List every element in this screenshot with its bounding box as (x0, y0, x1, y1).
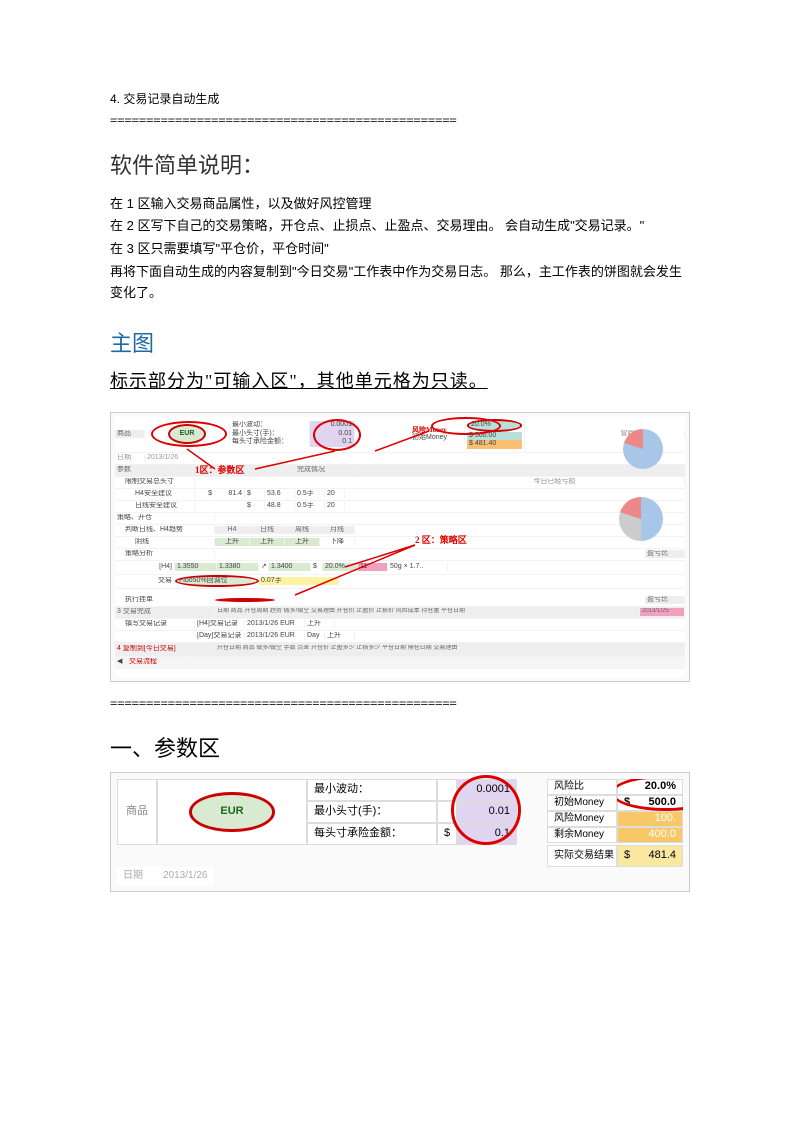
min-lot-label: 最小头寸(手)： (232, 430, 307, 438)
val-814: 81.4 (215, 490, 245, 498)
section-done: 3 交易完成 (115, 608, 215, 616)
eur-badge: EUR (168, 424, 207, 444)
close-date: 2013/1/25 (640, 608, 685, 615)
divider-top: ========================================… (110, 111, 690, 130)
pie-loss (619, 497, 663, 541)
init-money-val-big: 500.0 (648, 794, 676, 812)
day-safe: 日线安全建议 (115, 502, 195, 510)
risk-money-val-big: 100. (655, 810, 676, 828)
section-plan: 策略、开仓 (115, 514, 215, 522)
section-analysis: 策略分析 (115, 550, 215, 558)
commodity-label-big: 商品 (117, 779, 157, 845)
section-trend: 判断日线、H4趋势 (115, 526, 215, 534)
day-up: 上升 (250, 538, 285, 546)
pie-risk (623, 429, 663, 469)
val1-big: 0.0001 (457, 779, 517, 801)
lot-amount-label-big: 每头寸承险金额： (307, 823, 437, 845)
zone1-label: 1区：参数区 (195, 465, 245, 476)
section-title-software-intro: 软件简单说明： (110, 148, 690, 183)
dollar-prefix: $ (437, 823, 457, 845)
commodity-label: 商品 (115, 430, 145, 438)
val-01: 0.1 (312, 438, 352, 446)
heading-main-chart: 主图 (110, 326, 690, 361)
risk-money-label-big: 风险Money (547, 811, 617, 827)
ratio-label: 盈亏比 (645, 550, 685, 558)
sheet-tab: 交易流程 (127, 658, 187, 666)
lot-amount-label: 每头寸承险金额： (232, 438, 307, 446)
month-col: 月线 (320, 526, 355, 534)
risk-money-label: 风险Money (412, 426, 462, 434)
date-val: 2013/1/26 (145, 454, 205, 462)
min-move-label: 最小波动： (232, 421, 307, 429)
dollar-icon: $ (469, 432, 473, 439)
val-001: 0.01 (312, 430, 352, 438)
screenshot-main: 商品 EUR 最小波动： 最小头寸(手)： 每头寸承险金额： 0.0001 0.… (110, 412, 690, 682)
total-lots: 限制交易总头寸 (115, 478, 195, 486)
val-481: 481.40 (475, 440, 496, 447)
init-money-label-big: 初始Money (547, 795, 617, 811)
section-exec: 执行挂单 (115, 596, 215, 604)
zone2-label: 2 区：策略区 (415, 535, 467, 546)
risk-ratio-label-big: 风险比 (547, 779, 617, 795)
init-money-label: 初始Money (412, 434, 462, 442)
actual-val-big: 481.4 (648, 847, 676, 865)
actual-prefix: $ (624, 847, 630, 865)
date-label-big: 日期 (117, 867, 157, 885)
intro-p3: 在 3 区只需要填写"平仓价，平仓时间" (110, 239, 690, 260)
week-col: 周线 (285, 526, 320, 534)
trend-up: 上升 (305, 620, 335, 628)
month-down: 下降 (320, 538, 355, 546)
val3-big: 0.1 (457, 823, 517, 845)
h4-safe: H4安全建议 (115, 490, 195, 498)
week-up: 上升 (285, 538, 320, 546)
record-date: 2013/1/26 EUR (245, 620, 305, 628)
divider-mid: ========================================… (110, 694, 690, 713)
val2-big: 0.01 (457, 801, 517, 823)
day-col: 日线 (250, 526, 285, 534)
h4-up: 上升 (215, 538, 250, 546)
actual-label-big: 实际交易结果 (547, 845, 617, 867)
intro-p2: 在 2 区写下自己的交易策略，开仓点、止损点、止盈点、交易理由。 会自动生成"交… (110, 216, 690, 237)
val-0001: 0.0001 (312, 421, 352, 429)
date-val-big: 2013/1/26 (157, 867, 214, 885)
section-complete: 完成情况 (295, 466, 355, 474)
money-val: 500.00 (475, 432, 496, 439)
v-13400: 1.3400 (269, 563, 311, 571)
section-param: 参数 (115, 466, 175, 474)
intro-p4: 再将下面自动生成的内容复制到"今日交易"工作表中作为交易日志。 那么，主工作表的… (110, 262, 690, 304)
v-13550: 1.3550 (175, 563, 217, 571)
fibo-cell: Fibo50%回调位 (175, 575, 259, 587)
record-date-2: 2013/1/26 EUR (245, 632, 305, 640)
remain-money-val-big: 400.0 (648, 826, 676, 844)
date-label: 日期 (115, 454, 145, 462)
remain-money-label-big: 剩余Money (547, 827, 617, 843)
dollar-icon-2: $ (469, 440, 473, 447)
heading-editable-note: 标示部分为"可输入区"，其他单元格为只读。 (110, 367, 690, 396)
fill-record: 镇写交易记录 (115, 620, 195, 628)
intro-p1: 在 1 区输入交易商品属性，以及做好风控管理 (110, 194, 690, 215)
v-13380: 1.3380 (217, 563, 259, 571)
v-20pct: 20.0% (323, 563, 358, 571)
risk-ratio-val: 20.0% (467, 419, 522, 431)
list-item-4: 4. 交易记录自动生成 (110, 90, 690, 109)
columns-header: 日期 商品 开仓周期 趋势 做多/做空 交易理由 开仓价 止盈价 止损价 风险成… (215, 608, 640, 615)
section-copy: 4 复制到[今日交易] (115, 645, 215, 653)
h4-col: H4 (215, 526, 250, 534)
sheet-day: Day (305, 632, 325, 640)
min-move-label-big: 最小波动： (307, 779, 437, 801)
screenshot-param-closeup: 商品 EUR 最小波动： 最小头寸(手)： 每头寸承险金额： $ 0.0001 … (110, 772, 690, 892)
dollar-big: $ (624, 794, 630, 812)
min-lot-label-big: 最小头寸(手)： (307, 801, 437, 823)
ratio-label-2: 盈亏比 (645, 596, 685, 604)
trend-up-2: 上升 (325, 632, 355, 640)
heading-param-zone: 一、参数区 (110, 731, 690, 766)
chart2-title: 今日已经亏损 (425, 478, 685, 486)
eur-badge-big: EUR (189, 792, 274, 832)
risk-ratio-val-big: 20.0% (617, 779, 683, 795)
